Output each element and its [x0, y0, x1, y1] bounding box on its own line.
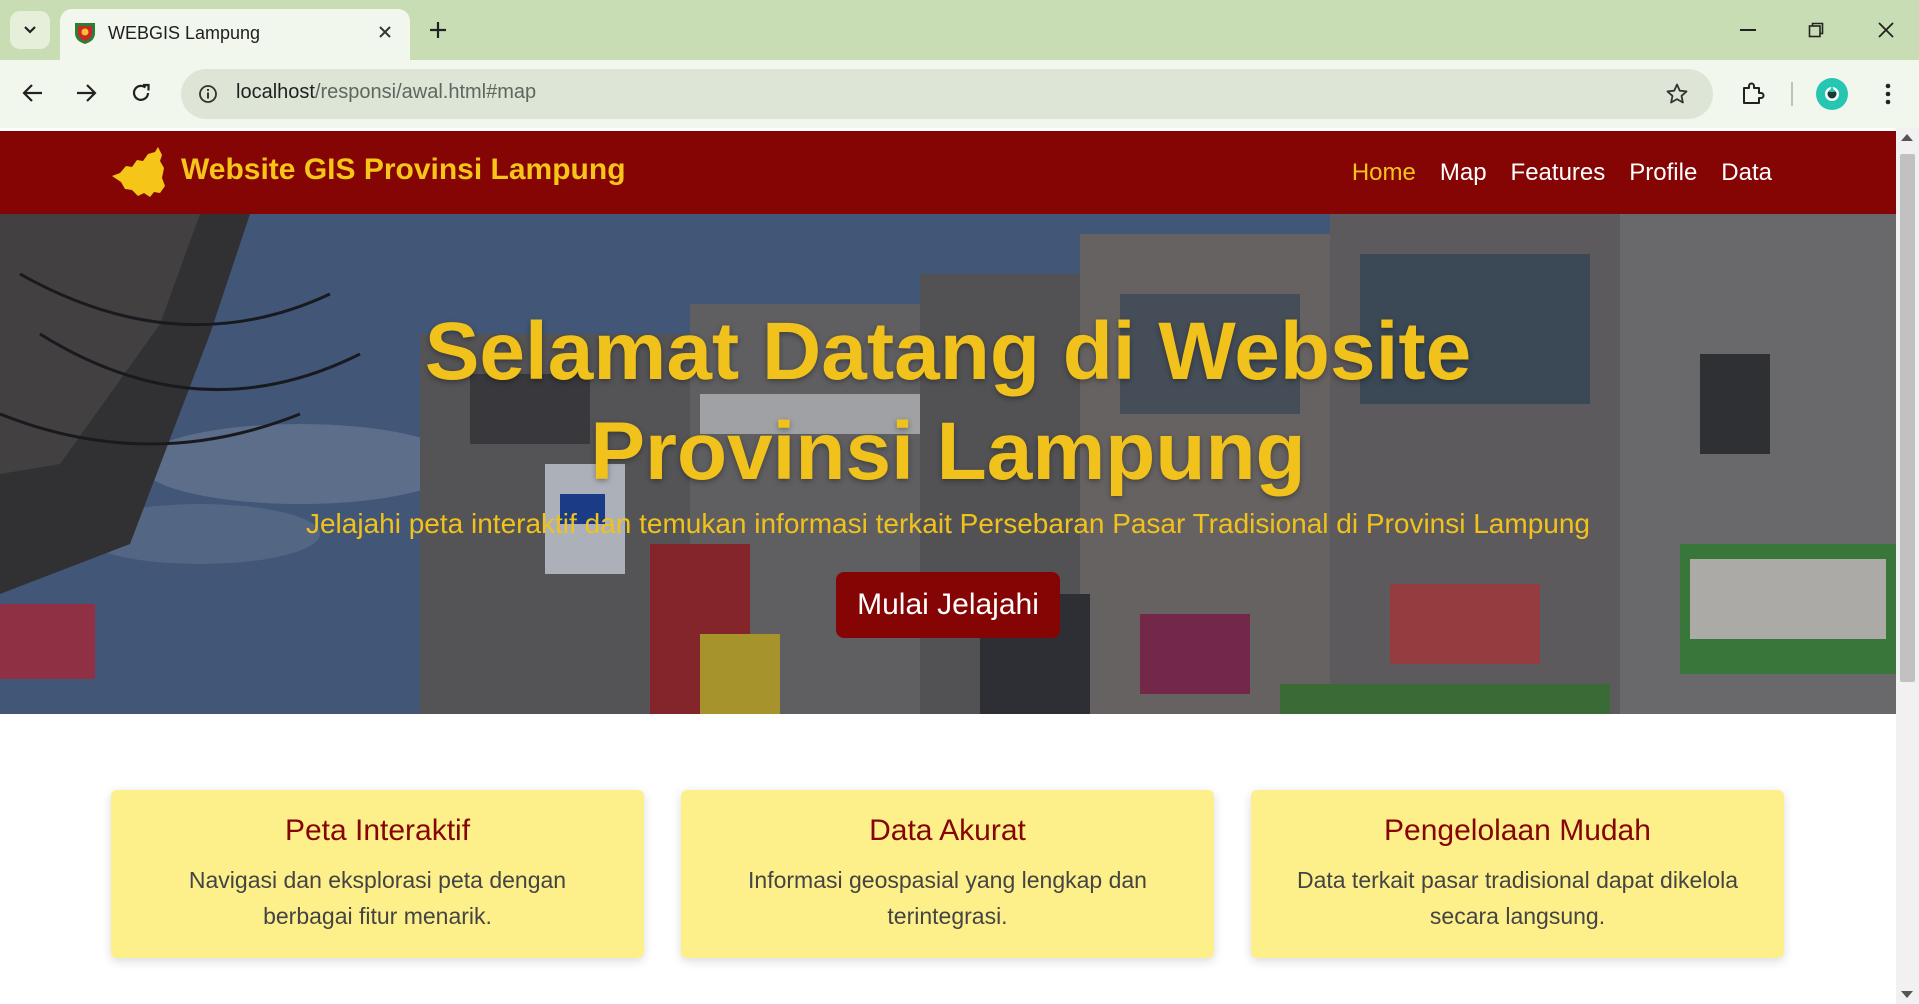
- bookmark-button[interactable]: [1663, 80, 1691, 108]
- hero-title: Selamat Datang di Website Provinsi Lampu…: [0, 302, 1896, 502]
- hero-subtitle: Jelajahi peta interaktif dan temukan inf…: [305, 508, 1590, 539]
- brand-title[interactable]: Website GIS Provinsi Lampung: [181, 153, 626, 187]
- features-section: Peta Interaktif Navigasi dan eksplorasi …: [111, 790, 1785, 958]
- feature-title: Pengelolaan Mudah: [1384, 814, 1651, 847]
- feature-card-accurate-data: Data Akurat Informasi geospasial yang le…: [681, 790, 1214, 958]
- nav-link-data[interactable]: Data: [1721, 159, 1772, 187]
- lampung-crest-icon: [75, 23, 95, 44]
- browser-menu-button[interactable]: [1870, 74, 1906, 114]
- page-viewport: Website GIS Provinsi Lampung Home Map Fe…: [0, 128, 1919, 1004]
- feature-description: Data terkait pasar tradisional dapat dik…: [1296, 867, 1739, 929]
- tab-title: WEBGIS Lampung: [108, 23, 261, 43]
- toolbar-divider: [1791, 82, 1793, 106]
- explore-button[interactable]: Mulai Jelajahi: [836, 572, 1060, 638]
- restore-icon: [1808, 22, 1824, 38]
- minimize-button[interactable]: [1723, 10, 1773, 50]
- feature-title: Data Akurat: [869, 814, 1026, 847]
- scroll-down-arrow-icon[interactable]: [1901, 991, 1913, 998]
- extensions-button[interactable]: [1733, 74, 1773, 114]
- scroll-up-arrow-icon[interactable]: [1901, 134, 1913, 141]
- browser-tab-strip: WEBGIS Lampung: [0, 0, 1919, 60]
- page-scrollbar[interactable]: [1896, 128, 1919, 1004]
- url-path: /responsi/awal.html#map: [314, 81, 537, 103]
- url-host: localhost: [236, 81, 315, 103]
- window-close-button[interactable]: [1861, 10, 1911, 50]
- minimize-icon: [1740, 29, 1756, 31]
- chevron-down-icon: [24, 26, 36, 34]
- browser-toolbar: localhost/responsi/awal.html#map: [0, 60, 1919, 128]
- nav-link-features[interactable]: Features: [1511, 159, 1606, 187]
- forward-button[interactable]: [65, 72, 107, 114]
- restore-button[interactable]: [1791, 10, 1841, 50]
- new-tab-button[interactable]: [420, 12, 456, 48]
- profile-icon: [1825, 86, 1839, 101]
- feature-card-interactive-map: Peta Interaktif Navigasi dan eksplorasi …: [111, 790, 644, 958]
- close-icon: [1878, 22, 1894, 38]
- nav-link-map[interactable]: Map: [1440, 159, 1487, 187]
- browser-tab[interactable]: WEBGIS Lampung: [60, 9, 410, 60]
- address-bar[interactable]: localhost/responsi/awal.html#map: [181, 69, 1713, 119]
- feature-description: Navigasi dan eksplorasi peta dengan berb…: [188, 867, 567, 929]
- profile-button[interactable]: [1816, 78, 1848, 110]
- tab-search-button[interactable]: [10, 11, 50, 49]
- plus-icon: [430, 22, 446, 38]
- hero-title-line-2: Provinsi Lampung: [590, 406, 1306, 497]
- close-icon[interactable]: [370, 17, 400, 47]
- site-navbar: Website GIS Provinsi Lampung Home Map Fe…: [0, 131, 1896, 214]
- forward-icon: [77, 84, 97, 102]
- nav-link-home[interactable]: Home: [1352, 159, 1416, 187]
- nav-link-profile[interactable]: Profile: [1629, 159, 1697, 187]
- info-icon: [199, 85, 217, 103]
- hero-section: Selamat Datang di Website Provinsi Lampu…: [0, 214, 1896, 714]
- feature-title: Peta Interaktif: [284, 814, 471, 847]
- site-nav-links: Home Map Features Profile Data: [1328, 131, 1896, 214]
- feature-card-easy-management: Pengelolaan Mudah Data terkait pasar tra…: [1251, 790, 1784, 958]
- more-vert-icon: [1885, 83, 1891, 105]
- reload-icon: [132, 83, 150, 101]
- back-icon: [22, 84, 42, 102]
- hero-title-line-1: Selamat Datang di Website: [424, 306, 1472, 397]
- reload-button[interactable]: [120, 72, 162, 114]
- scrollbar-thumb[interactable]: [1900, 154, 1915, 682]
- extensions-icon: [1743, 82, 1765, 104]
- star-icon: [1666, 83, 1688, 104]
- feature-description: Informasi geospasial yang lengkap dan te…: [748, 867, 1147, 929]
- back-button[interactable]: [12, 72, 54, 114]
- site-info-button[interactable]: [193, 79, 223, 109]
- url-text[interactable]: localhost/responsi/awal.html#map: [236, 81, 536, 104]
- lampung-map-logo[interactable]: [110, 146, 166, 198]
